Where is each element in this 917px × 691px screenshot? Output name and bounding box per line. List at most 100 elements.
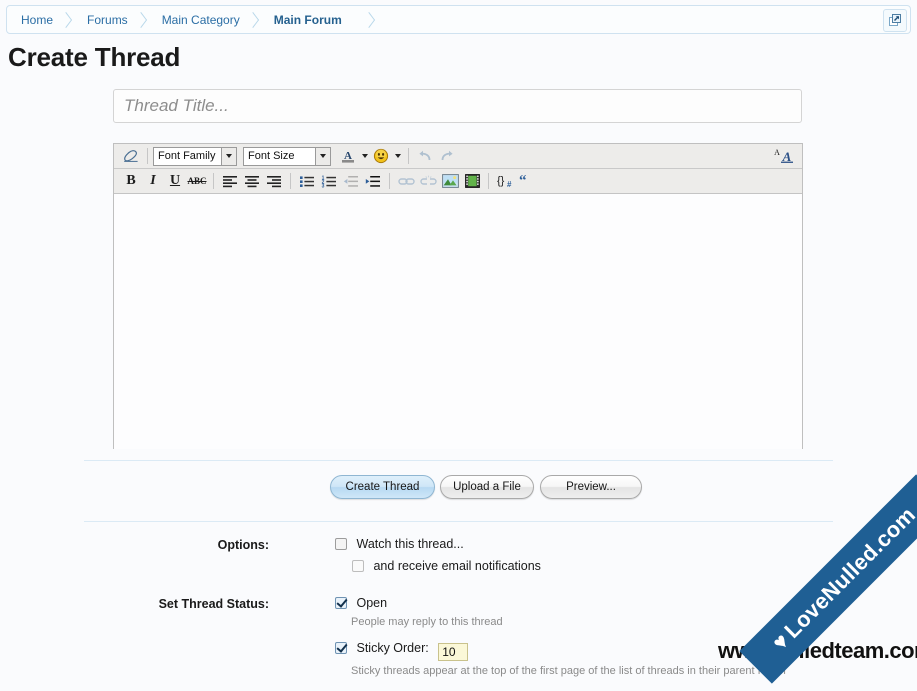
- open-in-new-window-icon: [888, 14, 901, 26]
- thread-status-label: Set Thread Status:: [158, 597, 269, 611]
- create-thread-page: Home Forums Main Category Main Forum Cre…: [0, 0, 917, 691]
- toggle-bbcode-editor-icon: A A: [774, 148, 793, 164]
- eraser-icon: [124, 150, 138, 162]
- watermark-ribbon: ♥ LoveNulled.com: [739, 474, 917, 684]
- align-center-icon: [245, 175, 259, 187]
- email-notifications-checkbox[interactable]: [352, 560, 364, 572]
- breadcrumb-label: Main Forum: [273, 12, 342, 27]
- sticky-order-input[interactable]: [438, 643, 469, 661]
- watch-thread-label: Watch this thread...: [356, 537, 464, 551]
- smilies-dropdown[interactable]: [392, 146, 403, 166]
- sticky-order-row: Sticky Order:: [335, 641, 469, 661]
- bold-button[interactable]: B: [120, 171, 142, 191]
- thread-title-input[interactable]: [113, 89, 802, 123]
- font-size-select[interactable]: Font Size: [243, 146, 331, 166]
- open-in-new-window-button[interactable]: [883, 9, 907, 32]
- broken-chain-icon: [419, 175, 437, 185]
- code-braces-icon: {} #: [497, 175, 512, 188]
- insert-quote-button[interactable]: “: [516, 171, 538, 191]
- breadcrumb-item-home[interactable]: Home: [7, 6, 73, 33]
- remove-link-button[interactable]: [417, 171, 439, 191]
- insert-media-button[interactable]: [461, 171, 483, 191]
- divider-above-actions: [84, 460, 833, 461]
- indent-button[interactable]: [362, 171, 384, 191]
- svg-text:#: #: [507, 180, 512, 188]
- font-color-button[interactable]: A: [337, 146, 359, 166]
- insert-link-button[interactable]: [395, 171, 417, 191]
- watermark-bottom-text: www.nulledteam.com: [718, 638, 917, 663]
- strikethrough-button[interactable]: ABC: [186, 171, 208, 191]
- breadcrumb-item-main-forum[interactable]: Main Forum: [260, 6, 362, 33]
- sticky-order-label: Sticky Order:: [356, 641, 429, 655]
- breadcrumb-separator-icon: [59, 11, 73, 28]
- open-checkbox[interactable]: [335, 597, 347, 609]
- outdent-icon: [343, 175, 358, 187]
- toolbar-divider: [488, 173, 489, 189]
- numbered-list-button[interactable]: 123: [318, 171, 340, 191]
- font-family-label: Font Family: [158, 150, 216, 162]
- undo-button[interactable]: [414, 146, 436, 166]
- font-size-label: Font Size: [248, 150, 295, 162]
- align-right-button[interactable]: [263, 171, 285, 191]
- smilies-button[interactable]: [370, 146, 392, 166]
- toggle-editor-button[interactable]: A A: [772, 146, 796, 164]
- film-icon: [464, 174, 480, 188]
- numbered-list-icon: 123: [322, 175, 336, 188]
- align-left-button[interactable]: [219, 171, 241, 191]
- smiley-icon: [373, 148, 389, 164]
- editor-content-area[interactable]: [114, 194, 802, 449]
- open-label: Open: [356, 596, 388, 610]
- insert-image-button[interactable]: [439, 171, 461, 191]
- redo-arrow-icon: [441, 150, 453, 161]
- preview-button[interactable]: Preview...: [540, 475, 642, 499]
- email-notifications-row: and receive email notifications: [352, 559, 541, 573]
- align-right-icon: [267, 175, 281, 187]
- svg-text:A: A: [774, 148, 780, 157]
- breadcrumb-separator-icon: [362, 11, 375, 28]
- picture-icon: [441, 174, 459, 188]
- bullet-list-button[interactable]: [296, 171, 318, 191]
- font-family-select[interactable]: Font Family: [153, 146, 237, 166]
- breadcrumb-item-main-category[interactable]: Main Category: [148, 6, 260, 33]
- svg-text:{}: {}: [497, 175, 505, 187]
- font-color-icon: A: [342, 150, 354, 163]
- open-status-row: Open: [335, 596, 387, 610]
- watch-thread-checkbox[interactable]: [335, 538, 347, 550]
- breadcrumb-separator-icon: [246, 11, 259, 28]
- breadcrumb-label: Forums: [87, 12, 128, 27]
- sticky-order-checkbox[interactable]: [335, 642, 347, 654]
- breadcrumb-item-forums[interactable]: Forums: [73, 6, 148, 33]
- chain-link-icon: [397, 177, 415, 185]
- watermark-ribbon-text: LoveNulled.com: [779, 502, 917, 643]
- toolbar-divider: [213, 173, 214, 189]
- chevron-down-icon: [221, 147, 236, 165]
- open-hint: People may reply to this thread: [351, 616, 503, 628]
- outdent-button[interactable]: [340, 171, 362, 191]
- redo-button[interactable]: [436, 146, 458, 166]
- underline-button[interactable]: U: [164, 171, 186, 191]
- heart-icon: ♥: [767, 628, 795, 656]
- font-color-dropdown[interactable]: [359, 146, 370, 166]
- create-thread-button[interactable]: Create Thread: [330, 475, 435, 499]
- watch-thread-row: Watch this thread...: [335, 537, 464, 551]
- breadcrumb-separator-icon: [134, 11, 147, 28]
- sticky-order-hint: Sticky threads appear at the top of the …: [351, 665, 786, 677]
- align-center-button[interactable]: [241, 171, 263, 191]
- toolbar-divider: [290, 173, 291, 189]
- editor-toolbar-row-1: Font Family Font Size A A A: [114, 144, 802, 169]
- bullet-list-icon: [300, 175, 314, 187]
- rich-text-editor: Font Family Font Size A A A B I U ABC 1 …: [113, 143, 803, 449]
- svg-text:3: 3: [322, 183, 325, 187]
- insert-code-button[interactable]: {} #: [494, 171, 516, 191]
- breadcrumb-label: Home: [21, 12, 54, 27]
- indent-icon: [365, 175, 380, 187]
- align-left-icon: [223, 175, 237, 187]
- svg-text:“: “: [519, 175, 527, 188]
- remove-formatting-button[interactable]: [120, 146, 142, 166]
- breadcrumb-end-separator: [362, 6, 388, 33]
- italic-button[interactable]: I: [142, 171, 164, 191]
- upload-file-button[interactable]: Upload a File: [440, 475, 534, 499]
- chevron-down-icon: [315, 147, 330, 165]
- divider-above-options: [84, 521, 833, 522]
- editor-toolbar-row-2: B I U ABC 1 2 3 {} # “: [114, 169, 802, 194]
